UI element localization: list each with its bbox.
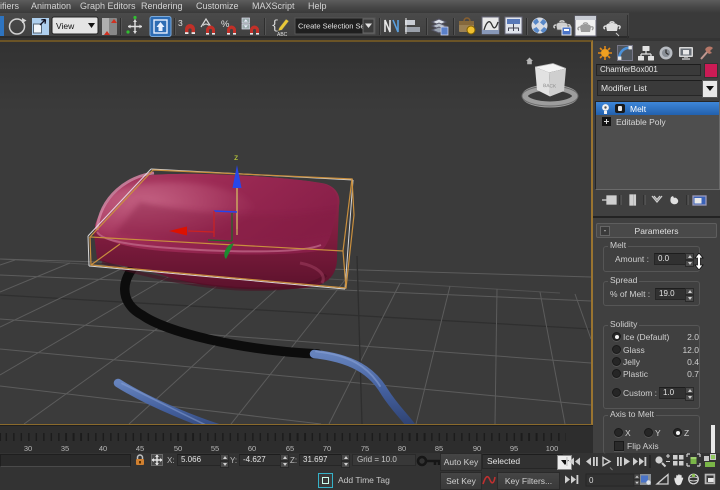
svg-text:{: { — [271, 18, 279, 33]
svg-text:View: View — [56, 21, 75, 31]
svg-text:Create Selection Se: Create Selection Se — [298, 22, 365, 31]
svg-text:BACK: BACK — [543, 83, 557, 90]
svg-text:z: z — [234, 152, 238, 162]
svg-text:ABC: ABC — [277, 32, 288, 38]
svg-text:3: 3 — [178, 18, 183, 28]
svg-text:0: 0 — [589, 476, 594, 485]
